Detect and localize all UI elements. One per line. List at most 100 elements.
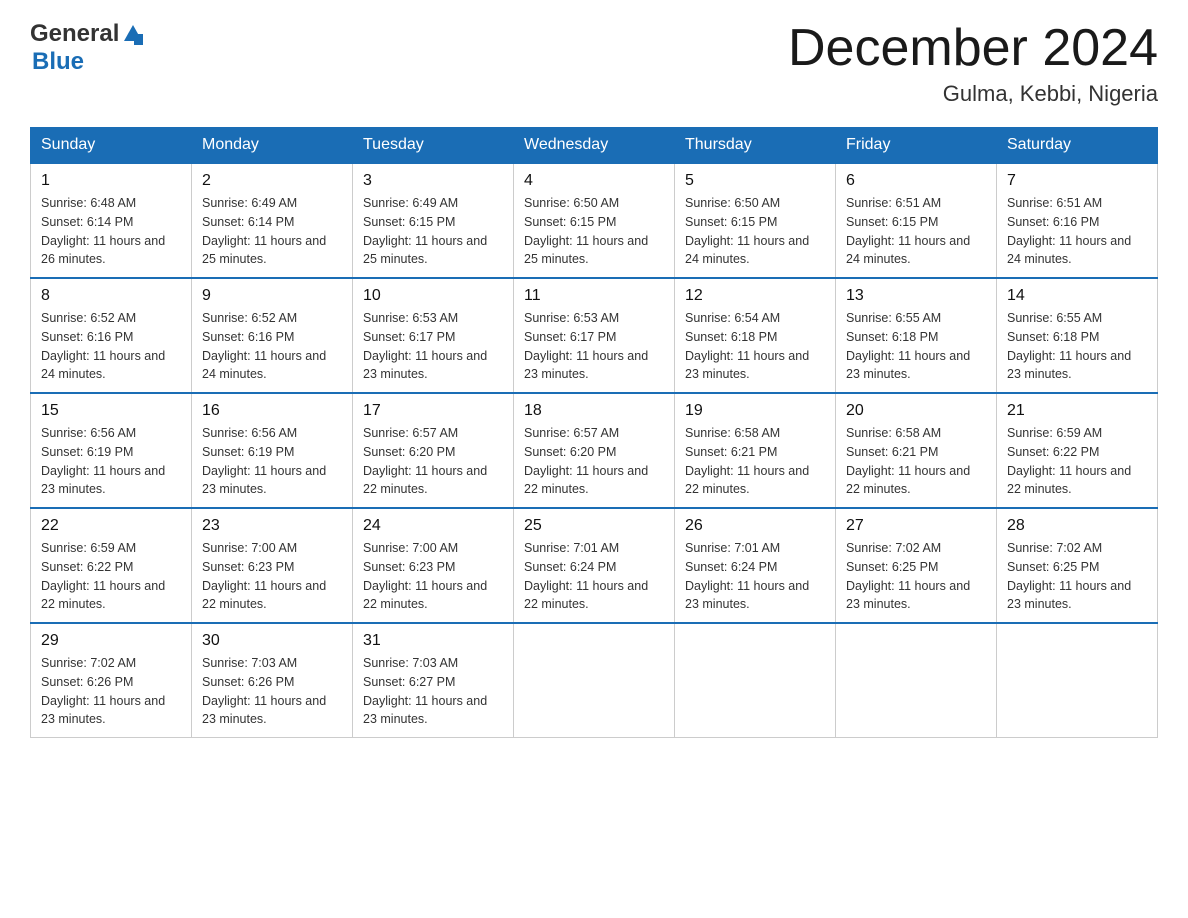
calendar-day-cell: 27 Sunrise: 7:02 AMSunset: 6:25 PMDayligh… — [836, 508, 997, 623]
day-header-wednesday: Wednesday — [514, 128, 675, 164]
day-info: Sunrise: 7:01 AMSunset: 6:24 PMDaylight:… — [524, 539, 664, 614]
day-info: Sunrise: 6:59 AMSunset: 6:22 PMDaylight:… — [1007, 424, 1147, 499]
day-number: 24 — [363, 517, 503, 535]
day-number: 30 — [202, 632, 342, 650]
day-info: Sunrise: 6:50 AMSunset: 6:15 PMDaylight:… — [685, 194, 825, 269]
day-number: 29 — [41, 632, 181, 650]
day-number: 23 — [202, 517, 342, 535]
title-section: December 2024 Gulma, Kebbi, Nigeria — [788, 20, 1158, 107]
calendar-day-cell: 5 Sunrise: 6:50 AMSunset: 6:15 PMDaylight… — [675, 163, 836, 278]
calendar-day-cell: 20 Sunrise: 6:58 AMSunset: 6:21 PMDayligh… — [836, 393, 997, 508]
calendar-table: SundayMondayTuesdayWednesdayThursdayFrid… — [30, 127, 1158, 738]
day-info: Sunrise: 6:53 AMSunset: 6:17 PMDaylight:… — [363, 309, 503, 384]
logo: General Blue — [30, 20, 144, 76]
day-info: Sunrise: 7:00 AMSunset: 6:23 PMDaylight:… — [202, 539, 342, 614]
day-number: 15 — [41, 402, 181, 420]
calendar-day-cell: 13Sunrise: 6:55 AMSunset: 6:18 PMDayligh… — [836, 278, 997, 393]
logo-general-text: General — [30, 20, 119, 48]
calendar-day-cell: 30 Sunrise: 7:03 AMSunset: 6:26 PMDayligh… — [192, 623, 353, 738]
day-number: 20 — [846, 402, 986, 420]
day-number: 19 — [685, 402, 825, 420]
day-number: 18 — [524, 402, 664, 420]
day-info: Sunrise: 6:56 AMSunset: 6:19 PMDaylight:… — [202, 424, 342, 499]
day-info: Sunrise: 7:02 AMSunset: 6:25 PMDaylight:… — [1007, 539, 1147, 614]
day-header-saturday: Saturday — [997, 128, 1158, 164]
calendar-day-cell: 8Sunrise: 6:52 AMSunset: 6:16 PMDaylight… — [31, 278, 192, 393]
day-number: 11 — [524, 287, 664, 305]
day-number: 22 — [41, 517, 181, 535]
day-info: Sunrise: 6:56 AMSunset: 6:19 PMDaylight:… — [41, 424, 181, 499]
day-info: Sunrise: 6:55 AMSunset: 6:18 PMDaylight:… — [1007, 309, 1147, 384]
day-info: Sunrise: 6:51 AMSunset: 6:15 PMDaylight:… — [846, 194, 986, 269]
day-info: Sunrise: 6:52 AMSunset: 6:16 PMDaylight:… — [41, 309, 181, 384]
day-number: 3 — [363, 172, 503, 190]
calendar-day-cell: 1Sunrise: 6:48 AMSunset: 6:14 PMDaylight… — [31, 163, 192, 278]
location: Gulma, Kebbi, Nigeria — [788, 81, 1158, 107]
calendar-day-cell: 18 Sunrise: 6:57 AMSunset: 6:20 PMDayligh… — [514, 393, 675, 508]
calendar-day-cell: 14 Sunrise: 6:55 AMSunset: 6:18 PMDayligh… — [997, 278, 1158, 393]
calendar-day-cell: 11 Sunrise: 6:53 AMSunset: 6:17 PMDayligh… — [514, 278, 675, 393]
day-header-thursday: Thursday — [675, 128, 836, 164]
day-header-tuesday: Tuesday — [353, 128, 514, 164]
day-number: 28 — [1007, 517, 1147, 535]
day-number: 4 — [524, 172, 664, 190]
calendar-day-cell: 24Sunrise: 7:00 AMSunset: 6:23 PMDayligh… — [353, 508, 514, 623]
day-info: Sunrise: 6:52 AMSunset: 6:16 PMDaylight:… — [202, 309, 342, 384]
day-info: Sunrise: 6:51 AMSunset: 6:16 PMDaylight:… — [1007, 194, 1147, 269]
calendar-day-cell: 19 Sunrise: 6:58 AMSunset: 6:21 PMDayligh… — [675, 393, 836, 508]
day-info: Sunrise: 6:50 AMSunset: 6:15 PMDaylight:… — [524, 194, 664, 269]
day-info: Sunrise: 7:02 AMSunset: 6:25 PMDaylight:… — [846, 539, 986, 614]
calendar-day-cell: 28 Sunrise: 7:02 AMSunset: 6:25 PMDayligh… — [997, 508, 1158, 623]
calendar-day-cell: 9Sunrise: 6:52 AMSunset: 6:16 PMDaylight… — [192, 278, 353, 393]
calendar-day-cell: 31Sunrise: 7:03 AMSunset: 6:27 PMDayligh… — [353, 623, 514, 738]
day-info: Sunrise: 6:59 AMSunset: 6:22 PMDaylight:… — [41, 539, 181, 614]
calendar-day-cell: 16 Sunrise: 6:56 AMSunset: 6:19 PMDayligh… — [192, 393, 353, 508]
day-number: 7 — [1007, 172, 1147, 190]
day-number: 14 — [1007, 287, 1147, 305]
day-number: 17 — [363, 402, 503, 420]
month-title: December 2024 — [788, 20, 1158, 77]
calendar-empty-cell — [514, 623, 675, 738]
day-header-sunday: Sunday — [31, 128, 192, 164]
day-number: 26 — [685, 517, 825, 535]
day-info: Sunrise: 6:49 AMSunset: 6:14 PMDaylight:… — [202, 194, 342, 269]
calendar-day-cell: 29 Sunrise: 7:02 AMSunset: 6:26 PMDayligh… — [31, 623, 192, 738]
day-info: Sunrise: 6:54 AMSunset: 6:18 PMDaylight:… — [685, 309, 825, 384]
calendar-week-row: 8Sunrise: 6:52 AMSunset: 6:16 PMDaylight… — [31, 278, 1158, 393]
calendar-day-cell: 15 Sunrise: 6:56 AMSunset: 6:19 PMDayligh… — [31, 393, 192, 508]
day-number: 6 — [846, 172, 986, 190]
day-info: Sunrise: 6:57 AMSunset: 6:20 PMDaylight:… — [363, 424, 503, 499]
day-number: 1 — [41, 172, 181, 190]
day-header-monday: Monday — [192, 128, 353, 164]
calendar-empty-cell — [675, 623, 836, 738]
day-info: Sunrise: 7:02 AMSunset: 6:26 PMDaylight:… — [41, 654, 181, 729]
calendar-day-cell: 21 Sunrise: 6:59 AMSunset: 6:22 PMDayligh… — [997, 393, 1158, 508]
day-info: Sunrise: 7:03 AMSunset: 6:26 PMDaylight:… — [202, 654, 342, 729]
calendar-day-cell: 6 Sunrise: 6:51 AMSunset: 6:15 PMDaylight… — [836, 163, 997, 278]
calendar-day-cell: 25 Sunrise: 7:01 AMSunset: 6:24 PMDayligh… — [514, 508, 675, 623]
day-number: 12 — [685, 287, 825, 305]
day-number: 5 — [685, 172, 825, 190]
calendar-day-cell: 3 Sunrise: 6:49 AMSunset: 6:15 PMDaylight… — [353, 163, 514, 278]
day-info: Sunrise: 7:01 AMSunset: 6:24 PMDaylight:… — [685, 539, 825, 614]
day-number: 16 — [202, 402, 342, 420]
calendar-day-cell: 22 Sunrise: 6:59 AMSunset: 6:22 PMDayligh… — [31, 508, 192, 623]
calendar-week-row: 22 Sunrise: 6:59 AMSunset: 6:22 PMDayligh… — [31, 508, 1158, 623]
calendar-week-row: 15 Sunrise: 6:56 AMSunset: 6:19 PMDayligh… — [31, 393, 1158, 508]
day-info: Sunrise: 6:53 AMSunset: 6:17 PMDaylight:… — [524, 309, 664, 384]
calendar-day-cell: 17 Sunrise: 6:57 AMSunset: 6:20 PMDayligh… — [353, 393, 514, 508]
day-info: Sunrise: 6:58 AMSunset: 6:21 PMDaylight:… — [685, 424, 825, 499]
day-number: 31 — [363, 632, 503, 650]
day-number: 27 — [846, 517, 986, 535]
day-info: Sunrise: 6:58 AMSunset: 6:21 PMDaylight:… — [846, 424, 986, 499]
calendar-day-cell: 26 Sunrise: 7:01 AMSunset: 6:24 PMDayligh… — [675, 508, 836, 623]
day-number: 21 — [1007, 402, 1147, 420]
calendar-day-cell: 7 Sunrise: 6:51 AMSunset: 6:16 PMDaylight… — [997, 163, 1158, 278]
day-number: 25 — [524, 517, 664, 535]
day-info: Sunrise: 6:57 AMSunset: 6:20 PMDaylight:… — [524, 424, 664, 499]
logo-icon — [122, 23, 144, 45]
calendar-day-cell: 10Sunrise: 6:53 AMSunset: 6:17 PMDayligh… — [353, 278, 514, 393]
day-number: 2 — [202, 172, 342, 190]
calendar-empty-cell — [836, 623, 997, 738]
day-info: Sunrise: 6:49 AMSunset: 6:15 PMDaylight:… — [363, 194, 503, 269]
